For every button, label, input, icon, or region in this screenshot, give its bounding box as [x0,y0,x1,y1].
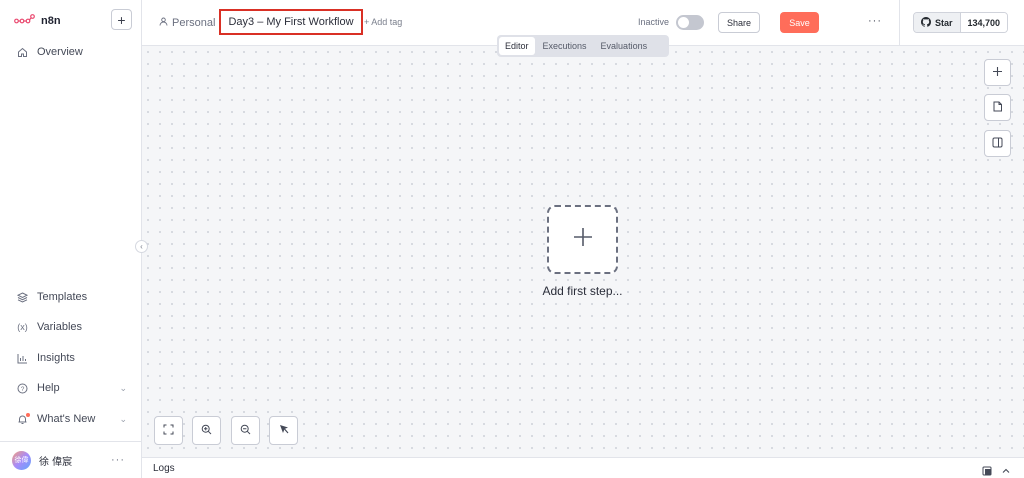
panel-icon [992,135,1003,153]
active-toggle[interactable] [676,15,704,30]
variables-icon: (x) [17,322,28,332]
sidebar: n8n + Overview Templates (x) Variables I… [0,0,142,478]
sidebar-item-label: What's New [37,413,96,425]
cursor-icon [278,422,290,440]
sidebar-item-label: Variables [37,321,83,333]
home-icon [17,47,28,58]
chevron-up-icon[interactable] [1001,463,1011,478]
save-button[interactable]: Save [780,12,819,33]
github-star-button[interactable]: Star [914,13,961,32]
chevron-down-icon: ⌄ [119,413,127,424]
chevron-down-icon: ⌄ [119,382,127,393]
brand-name: n8n [41,15,61,27]
n8n-logo-icon [14,12,35,30]
mode-tabs: Editor Executions Evaluations [497,35,669,57]
github-star-label: Star [935,17,953,28]
help-icon: ? [17,383,28,394]
tab-executions[interactable]: Executions [537,37,593,55]
zoom-out-button[interactable] [231,416,260,445]
user-icon [159,17,168,29]
notification-dot [26,412,30,417]
sidebar-item-label: Overview [37,46,83,58]
github-star-widget[interactable]: Star 134,700 [913,12,1009,33]
collapse-sidebar-button[interactable]: ‹ [135,240,148,253]
insights-icon [17,353,28,364]
panel-toggle-button[interactable] [984,130,1011,157]
sidebar-item-insights[interactable]: Insights [17,352,127,364]
add-first-step-label: Add first step... [542,284,623,298]
workflow-name-input[interactable]: Day3 – My First Workflow [219,9,363,35]
tab-editor[interactable]: Editor [499,37,535,55]
github-star-count[interactable]: 134,700 [960,13,1008,32]
popout-icon[interactable] [982,463,992,478]
sidebar-item-label: Help [37,382,60,394]
sidebar-item-overview[interactable]: Overview [17,46,127,58]
add-tag-link[interactable]: + Add tag [364,17,402,27]
svg-text:?: ? [21,386,25,393]
sidebar-item-label: Insights [37,352,75,364]
tab-evaluations[interactable]: Evaluations [595,37,654,55]
fit-view-icon [163,422,174,440]
project-name: Personal [172,17,216,29]
share-button[interactable]: Share [718,12,760,33]
sticky-note-button[interactable] [984,94,1011,121]
sidebar-item-variables[interactable]: (x) Variables [17,321,127,333]
logs-label: Logs [153,463,175,474]
zoom-out-icon [240,422,251,440]
add-node-button[interactable] [984,59,1011,86]
breadcrumb[interactable]: Personal [159,17,215,29]
logs-bar[interactable]: Logs [142,457,1024,478]
toggle-knob [678,17,689,28]
github-icon [921,16,931,29]
more-actions-icon[interactable]: ··· [868,15,882,27]
avatar: 徐偉 [12,450,31,470]
sticky-note-icon [992,99,1003,117]
sidebar-item-whats-new[interactable]: What's New ⌄ [17,412,127,425]
clean-up-button[interactable] [269,416,298,445]
logs-controls [982,463,1011,478]
zoom-in-icon [201,422,212,440]
fit-view-button[interactable] [154,416,183,445]
bell-icon [17,412,30,425]
plus-icon [572,226,594,253]
brand[interactable]: n8n [14,12,61,30]
status-label: Inactive [638,17,670,27]
user-name: 徐 偉宸 [39,456,73,468]
sidebar-item-help[interactable]: ? Help ⌄ [17,382,127,394]
new-button[interactable]: + [111,9,132,30]
user-menu[interactable]: 徐偉 徐 偉宸 ··· [0,441,142,478]
zoom-in-button[interactable] [192,416,221,445]
sidebar-item-templates[interactable]: Templates [17,291,127,303]
plus-icon [992,64,1003,82]
add-first-step-button[interactable] [547,205,618,274]
more-options-icon[interactable]: ··· [111,454,125,466]
header-divider [899,0,900,46]
templates-icon [17,291,28,303]
sidebar-item-label: Templates [37,291,88,303]
